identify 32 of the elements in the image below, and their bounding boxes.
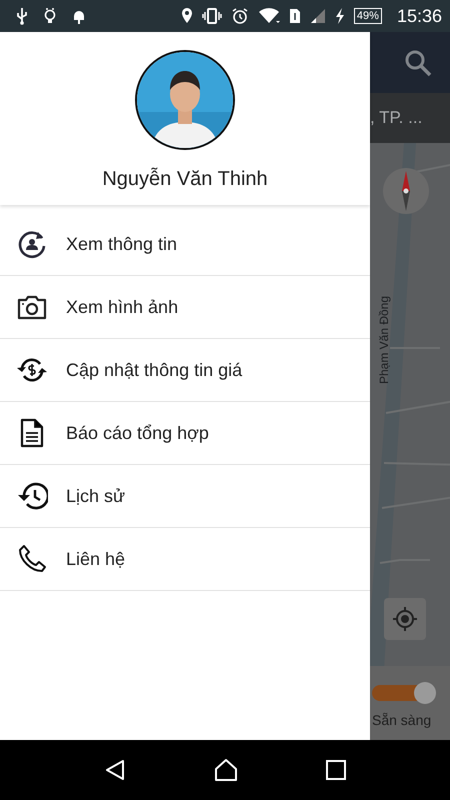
my-location-button[interactable] (384, 598, 426, 640)
charging-icon (334, 8, 345, 24)
dollar-refresh-icon (16, 356, 48, 384)
home-icon[interactable] (213, 758, 239, 782)
menu-item[interactable]: Xem hình ảnh (0, 276, 370, 339)
ready-switch[interactable] (372, 682, 436, 704)
camera-icon (16, 294, 48, 320)
location-pin-icon (180, 7, 193, 25)
wifi-icon (258, 7, 280, 25)
user-name: Nguyễn Văn Thinh (102, 168, 268, 191)
street-label: Phạm Văn Đồng (377, 296, 392, 384)
sim-card-icon (288, 8, 301, 24)
ready-label: Sẵn sàng (372, 712, 432, 728)
clock: 15:36 (396, 6, 442, 26)
crosshair-icon (392, 606, 418, 632)
battery-indicator: 49% (354, 8, 382, 24)
history-icon (16, 482, 48, 510)
menu-item[interactable]: Xem thông tin (0, 213, 370, 276)
vibrate-icon (202, 8, 222, 24)
back-icon[interactable] (103, 758, 127, 782)
signal-icon (310, 8, 326, 24)
phone-icon (16, 544, 48, 574)
lightbulb-icon (44, 7, 56, 25)
recent-apps-icon[interactable] (325, 759, 347, 781)
alarm-clock-icon (230, 7, 249, 25)
menu-item[interactable]: Lịch sử (0, 465, 370, 528)
search-icon[interactable] (404, 48, 432, 76)
profile-refresh-icon (16, 229, 48, 259)
menu-item[interactable]: Báo cáo tổng hợp (0, 402, 370, 465)
usb-icon (16, 7, 28, 25)
address-text: , TP. ... (370, 108, 422, 128)
menu-item[interactable]: Cập nhật thông tin giá (0, 339, 370, 402)
